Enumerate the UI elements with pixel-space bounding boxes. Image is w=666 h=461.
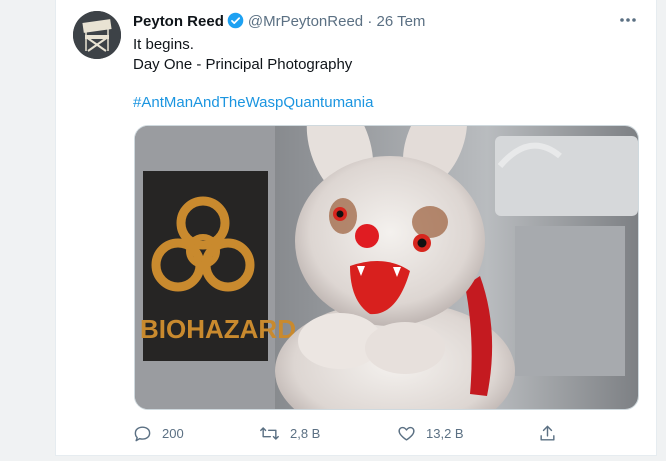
heart-icon	[398, 426, 415, 441]
tweet-header: Peyton Reed @MrPeytonReed · 26 Tem	[133, 12, 425, 34]
reply-icon	[134, 425, 151, 441]
retweet-icon	[260, 426, 279, 440]
reply-count: 200	[162, 425, 184, 441]
share-button[interactable]	[538, 422, 567, 444]
tweet-card[interactable]: Peyton Reed @MrPeytonReed · 26 Tem It beg…	[55, 0, 657, 456]
retweet-button[interactable]: 2,8 B	[259, 422, 320, 444]
creepy-bunny-photo: BIOHAZARD	[135, 126, 638, 409]
author-name[interactable]: Peyton Reed	[133, 13, 224, 30]
avatar[interactable]	[73, 11, 121, 59]
tweet-date[interactable]: 26 Tem	[376, 13, 425, 30]
like-count: 13,2 B	[426, 425, 464, 441]
separator-dot: ·	[367, 13, 373, 30]
hashtag-link[interactable]: #AntManAndTheWaspQuantumania	[133, 94, 373, 112]
tweet-text: It begins. Day One - Principal Photograp…	[133, 36, 353, 73]
share-icon	[540, 425, 555, 441]
more-options-icon[interactable]	[617, 10, 639, 30]
directors-chair-icon	[73, 11, 121, 59]
reply-button[interactable]: 200	[133, 422, 184, 444]
author-handle[interactable]: @MrPeytonReed	[248, 13, 363, 30]
retweet-count: 2,8 B	[290, 425, 321, 441]
biohazard-label: BIOHAZARD	[140, 314, 296, 344]
tweet-actions: 200 2,8 B 13,2 B	[133, 422, 563, 444]
verified-badge-icon	[227, 12, 244, 34]
tweet-image[interactable]: BIOHAZARD	[134, 125, 639, 410]
like-button[interactable]: 13,2 B	[397, 422, 464, 444]
